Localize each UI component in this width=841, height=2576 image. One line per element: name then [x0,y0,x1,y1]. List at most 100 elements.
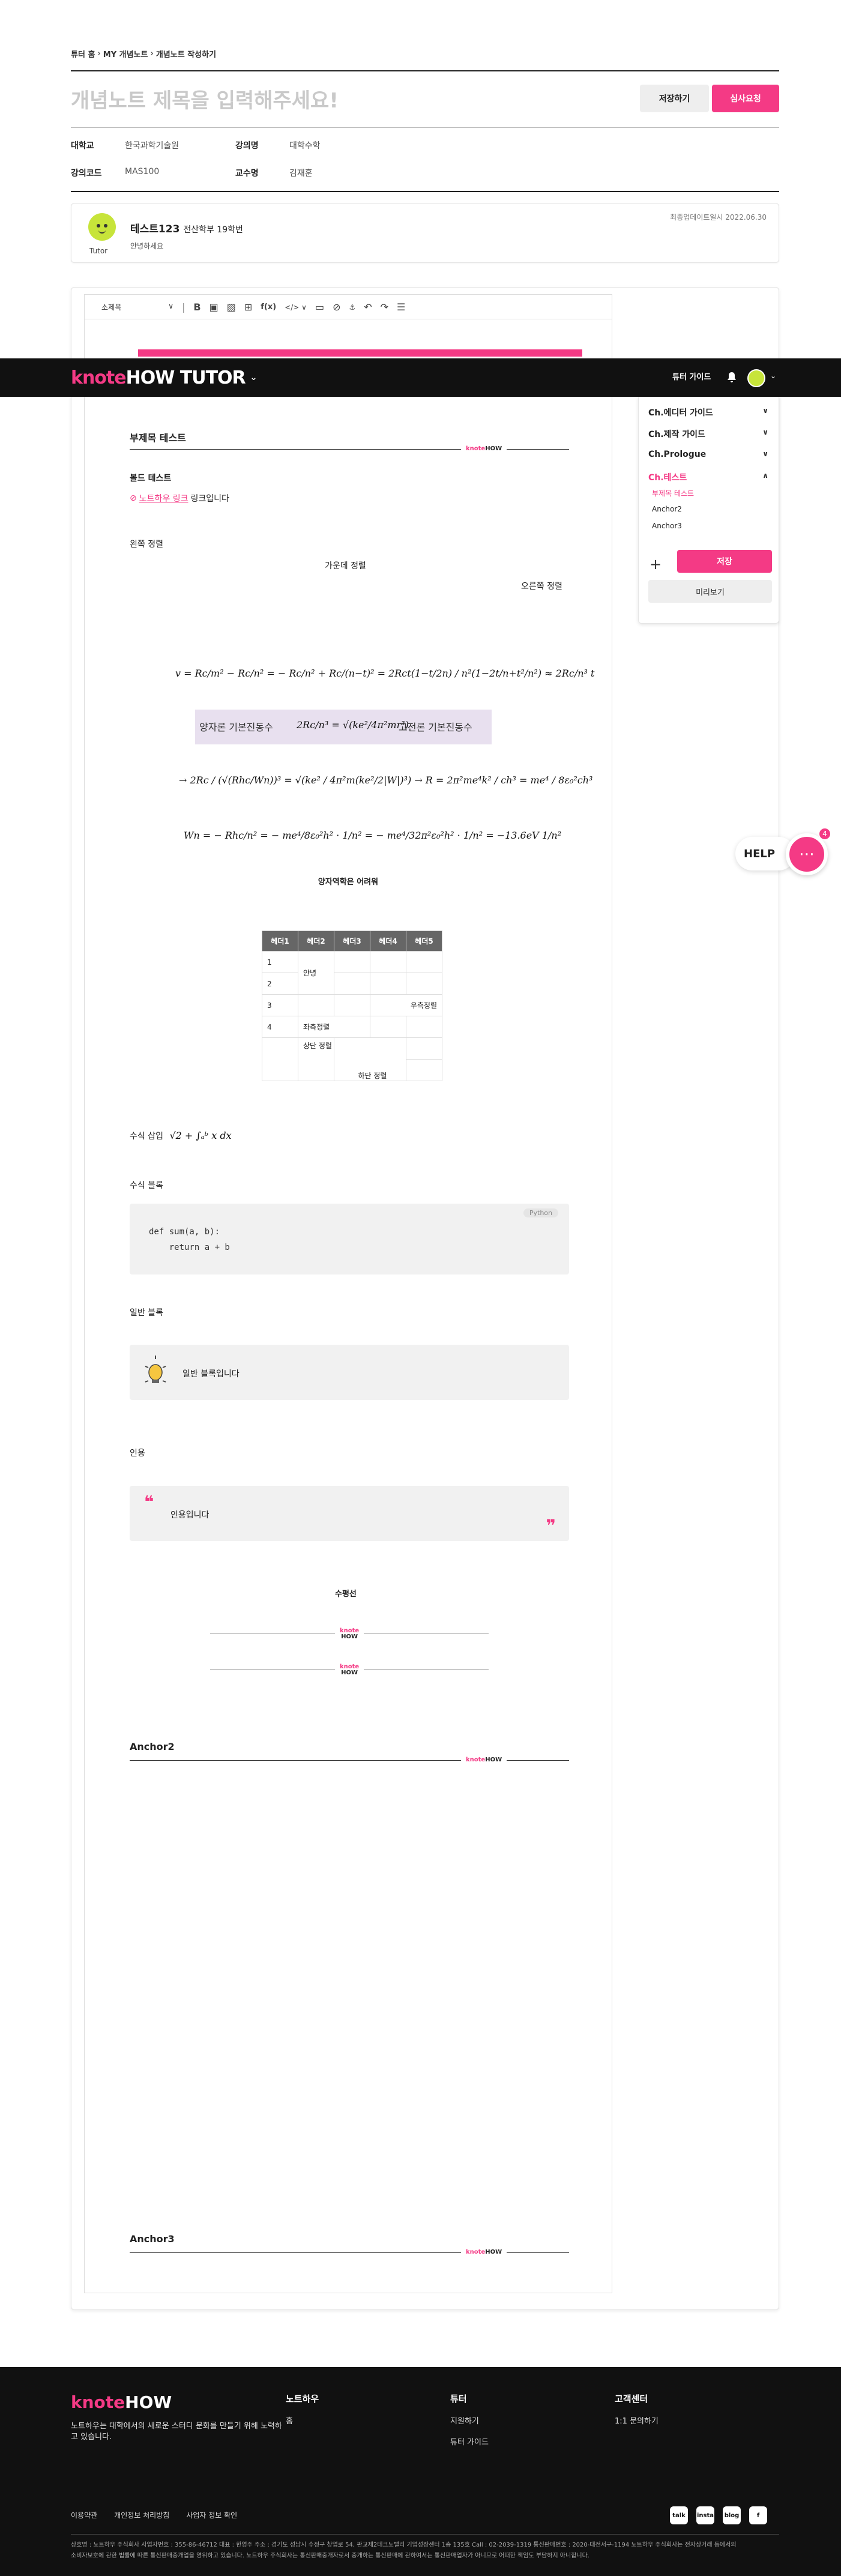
chapter-test[interactable]: Ch.테스트 ∧ [648,471,768,483]
breadcrumb-home[interactable]: 튜터 홈 [71,48,95,59]
table-icon[interactable]: ⊞ [244,301,252,313]
text-style-select[interactable]: 소제목 ∨ [101,302,173,312]
notehow-mini-logo: knoteHOW [461,445,507,452]
chevron-down-icon[interactable]: ⌄ [770,372,776,380]
link-icon: ⊘ [130,493,137,503]
chevron-right-icon: › [97,49,101,58]
note-title-input[interactable]: 개념노트 제목을 입력해주세요! [71,84,339,113]
table-cell[interactable]: 4 [262,1016,298,1038]
equation-caption: 양자역학은 어려워 [318,878,379,887]
code-language-badge[interactable]: Python [523,1208,558,1217]
author-name: 테스트123 전산학부 19학번 [130,223,243,235]
breadcrumb-my-notes[interactable]: MY 개념노트 [103,48,148,59]
business-info-link[interactable]: 사업자 정보 확인 [186,2510,237,2520]
table-cell[interactable] [298,994,334,1016]
table-cell[interactable] [406,1037,442,1060]
divider [71,191,779,192]
divider [71,2534,779,2535]
table-cell[interactable]: 우측정렬 [370,994,442,1016]
notehow-mini-logo: knoteHOW [461,2249,507,2255]
terms-link[interactable]: 이용약관 [71,2510,97,2520]
code-block[interactable]: Python def sum(a, b): return a + b [130,1204,569,1274]
table-cell[interactable] [406,951,442,973]
bold-icon[interactable]: B [193,301,200,313]
table-cell[interactable]: 3 [262,994,298,1016]
link-icon[interactable]: ⊘ [333,301,340,313]
facebook-icon[interactable]: f [749,2506,767,2524]
horizontal-line-heading: 수평선 [335,1590,357,1599]
close-quote-icon: ❞ [546,1516,556,1536]
table-cell[interactable]: 좌측정렬 [298,1016,370,1038]
sample-table: 헤더1 헤더2 헤더3 헤더4 헤더5 1 안녕 2 3 우측정렬 4 좌측정렬… [262,931,442,1081]
code-text: def sum(a, b): return a + b [149,1227,230,1252]
chevron-right-icon: › [150,49,154,58]
notehow-tutor-logo[interactable]: knote HOW TUTOR ⌄ [71,358,257,397]
table-cell[interactable] [334,951,370,973]
table-cell[interactable]: 하단 정렬 [334,1037,406,1081]
course-code-value: MAS100 [125,167,160,176]
table-cell[interactable] [406,1059,442,1081]
bell-icon[interactable] [726,372,737,384]
blog-icon[interactable]: blog [723,2506,741,2524]
footer-link-home[interactable]: 홈 [286,2415,319,2426]
table-cell[interactable] [370,973,406,995]
section-anchor2[interactable]: Anchor2 [652,505,682,513]
save-button[interactable]: 저장 [677,550,772,573]
footer-policy-links: 이용약관 개인정보 처리방침 사업자 정보 확인 [71,2510,237,2520]
table-cell[interactable]: 상단 정렬 [298,1037,334,1081]
save-draft-button[interactable]: 저장하기 [640,85,709,112]
horizontal-line-icon[interactable]: ☰ [397,301,405,313]
chapter-editor-guide[interactable]: Ch.에디터 가이드 ∨ [648,406,768,418]
tutor-guide-link[interactable]: 튜터 가이드 [672,358,711,397]
table-cell[interactable] [370,951,406,973]
preview-button[interactable]: 미리보기 [648,580,772,603]
add-chapter-button[interactable]: + [650,556,662,573]
school-value: 한국과학기술원 [125,141,179,151]
table-cell[interactable] [406,1016,442,1038]
formula-icon[interactable]: f(x) [261,303,276,312]
author-greeting: 안녕하세요 [130,242,164,250]
footer-description: 노트하우는 대학에서의 새로운 스터디 문화를 만들기 위해 노력하고 있습니다… [71,2422,282,2442]
table-cell[interactable] [370,1016,406,1038]
callout-icon[interactable]: ▭ [315,301,324,313]
footer-link-inquiry[interactable]: 1:1 문의하기 [615,2415,659,2426]
link-paragraph: ⊘ 노트하우 링크 링크입니다 [130,492,229,504]
redo-icon[interactable]: ↷ [381,301,388,313]
callout-block[interactable]: 일반 블록입니다 [130,1345,569,1400]
professor-value: 김재훈 [289,169,313,178]
top-navbar: knote HOW TUTOR ⌄ 튜터 가이드 ⌄ [0,358,841,397]
table-cell[interactable]: 2 [262,973,298,995]
table-cell[interactable] [262,1037,298,1081]
table-cell[interactable] [334,973,370,995]
instagram-icon[interactable]: insta [696,2506,714,2524]
notehow-mini-logo: knoteHOW [335,1628,364,1640]
table-cell[interactable] [334,994,370,1016]
privacy-link[interactable]: 개인정보 처리방침 [114,2510,169,2520]
text-box-icon[interactable]: ▣ [209,301,219,313]
notehow-link[interactable]: 노트하우 링크 [139,492,188,504]
section-anchor3[interactable]: Anchor3 [652,522,682,530]
request-review-button[interactable]: 심사요청 [712,85,779,112]
editor-body[interactable] [84,294,612,2293]
profile-avatar[interactable] [747,369,765,387]
quote-block[interactable]: ❝ 인용입니다 ❞ [130,1486,569,1541]
section-subtitle-test[interactable]: 부제목 테스트 [652,488,694,498]
image-icon[interactable]: ▨ [227,301,236,313]
table-cell[interactable] [406,973,442,995]
table-cell[interactable]: 1 [262,951,298,973]
chapter-production-guide[interactable]: Ch.제작 가이드 ∨ [648,428,768,440]
undo-icon[interactable]: ↶ [364,301,372,313]
code-icon[interactable]: </> ∨ [285,303,307,312]
footer-link-tutor-guide[interactable]: 튜터 가이드 [450,2436,489,2447]
table-cell[interactable]: 안녕 [298,951,334,995]
anchor-icon[interactable]: ⚓ [349,303,355,312]
chapter-prologue[interactable]: Ch.Prologue ∨ [648,450,768,459]
formula-insert-row: 수식 삽입 √2 + ∫ₐᵇ x dx [130,1130,232,1141]
breadcrumb: 튜터 홈 › MY 개념노트 › 개념노트 작성하기 [71,48,216,59]
footer-link-apply[interactable]: 지원하기 [450,2415,489,2426]
kakaotalk-icon[interactable]: talk [670,2506,688,2524]
help-widget[interactable]: HELP ⋯ 4 [735,827,831,876]
footer-logo[interactable]: knoteHOW [71,2392,172,2412]
last-updated: 최종업데이트일시 2022.06.30 [670,213,767,222]
course-label: 강의명 [235,141,259,151]
